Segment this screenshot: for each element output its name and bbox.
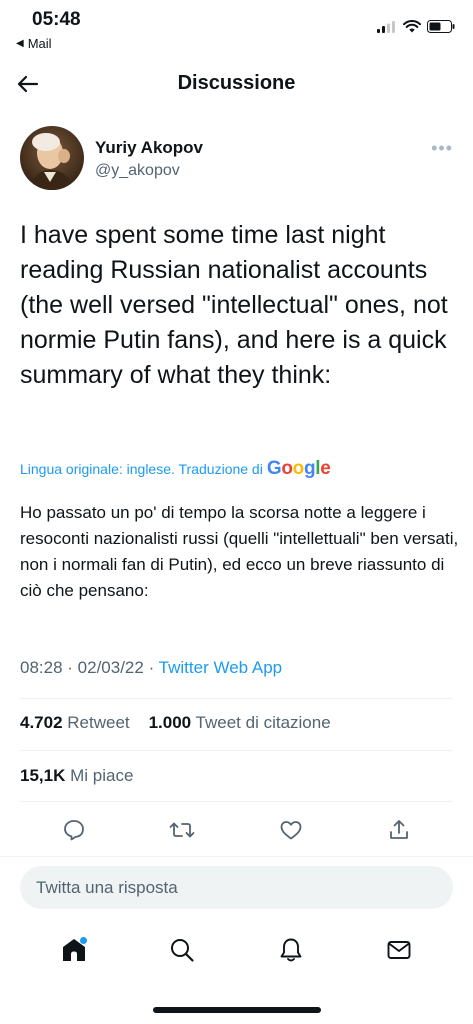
tweet-text: I have spent some time last night readin… [20,221,448,389]
tweet-time: 08:28 [20,658,63,677]
quotes-label: Tweet di citazione [195,713,331,732]
wifi-icon [403,20,421,33]
meta-separator: · [148,658,159,677]
header: Discussione [0,60,473,108]
quotes-count: 1.000 [148,713,192,732]
tweet-date: 02/03/22 [77,658,144,677]
reply-icon[interactable] [59,815,89,845]
search-icon[interactable] [164,932,200,968]
retweet-icon[interactable] [167,815,197,845]
back-to-mail-label: Mail [27,36,52,51]
translated-text: Ho passato un po' di tempo la scorsa not… [20,503,459,600]
retweets-label: Retweet [67,713,130,732]
divider [20,750,453,751]
reply-input[interactable]: Twitta una risposta [20,866,453,909]
author-handle[interactable]: @y_akopov [95,162,180,180]
retweet-stats[interactable]: 4.702 Retweet 1.000 Tweet di citazione [20,713,331,733]
back-to-mail-link[interactable]: ◀ Mail [16,36,52,51]
battery-icon [427,20,455,33]
messages-icon[interactable] [381,932,417,968]
avatar[interactable] [20,126,84,190]
more-options-icon[interactable]: ••• [431,138,453,159]
google-logo: Google [266,458,331,479]
page-title: Discussione [177,72,296,94]
retweets-count: 4.702 [20,713,63,732]
likes-stats[interactable]: 15,1K Mi piace [20,766,133,786]
translation-notice[interactable]: Lingua originale: inglese. Traduzione di… [20,458,331,480]
home-indicator[interactable] [153,1007,321,1013]
divider [20,698,453,699]
likes-count: 15,1K [20,766,66,785]
tweet-source-link[interactable]: Twitter Web App [159,658,282,677]
tweet-meta: 08:28 · 02/03/22 · Twitter Web App [20,658,282,678]
status-time: 05:48 [32,9,81,30]
tweet-actions [20,812,453,848]
translation-notice-text: Lingua originale: inglese. Traduzione di [20,461,263,477]
status-icons [377,20,455,33]
tweet-author: Yuriy Akopov @y_akopov ••• [20,124,455,194]
notifications-icon[interactable] [273,932,309,968]
back-triangle-icon: ◀ [16,38,24,49]
meta-separator: · [67,658,78,677]
likes-label: Mi piace [70,766,134,785]
divider [20,801,453,802]
author-name[interactable]: Yuriy Akopov [95,138,203,158]
share-icon[interactable] [384,815,414,845]
home-icon[interactable] [56,932,92,968]
like-icon[interactable] [276,815,306,845]
bottom-tab-bar [0,925,473,975]
status-bar: 05:48 ◀ Mail [0,0,473,60]
cellular-signal-icon [377,20,395,33]
